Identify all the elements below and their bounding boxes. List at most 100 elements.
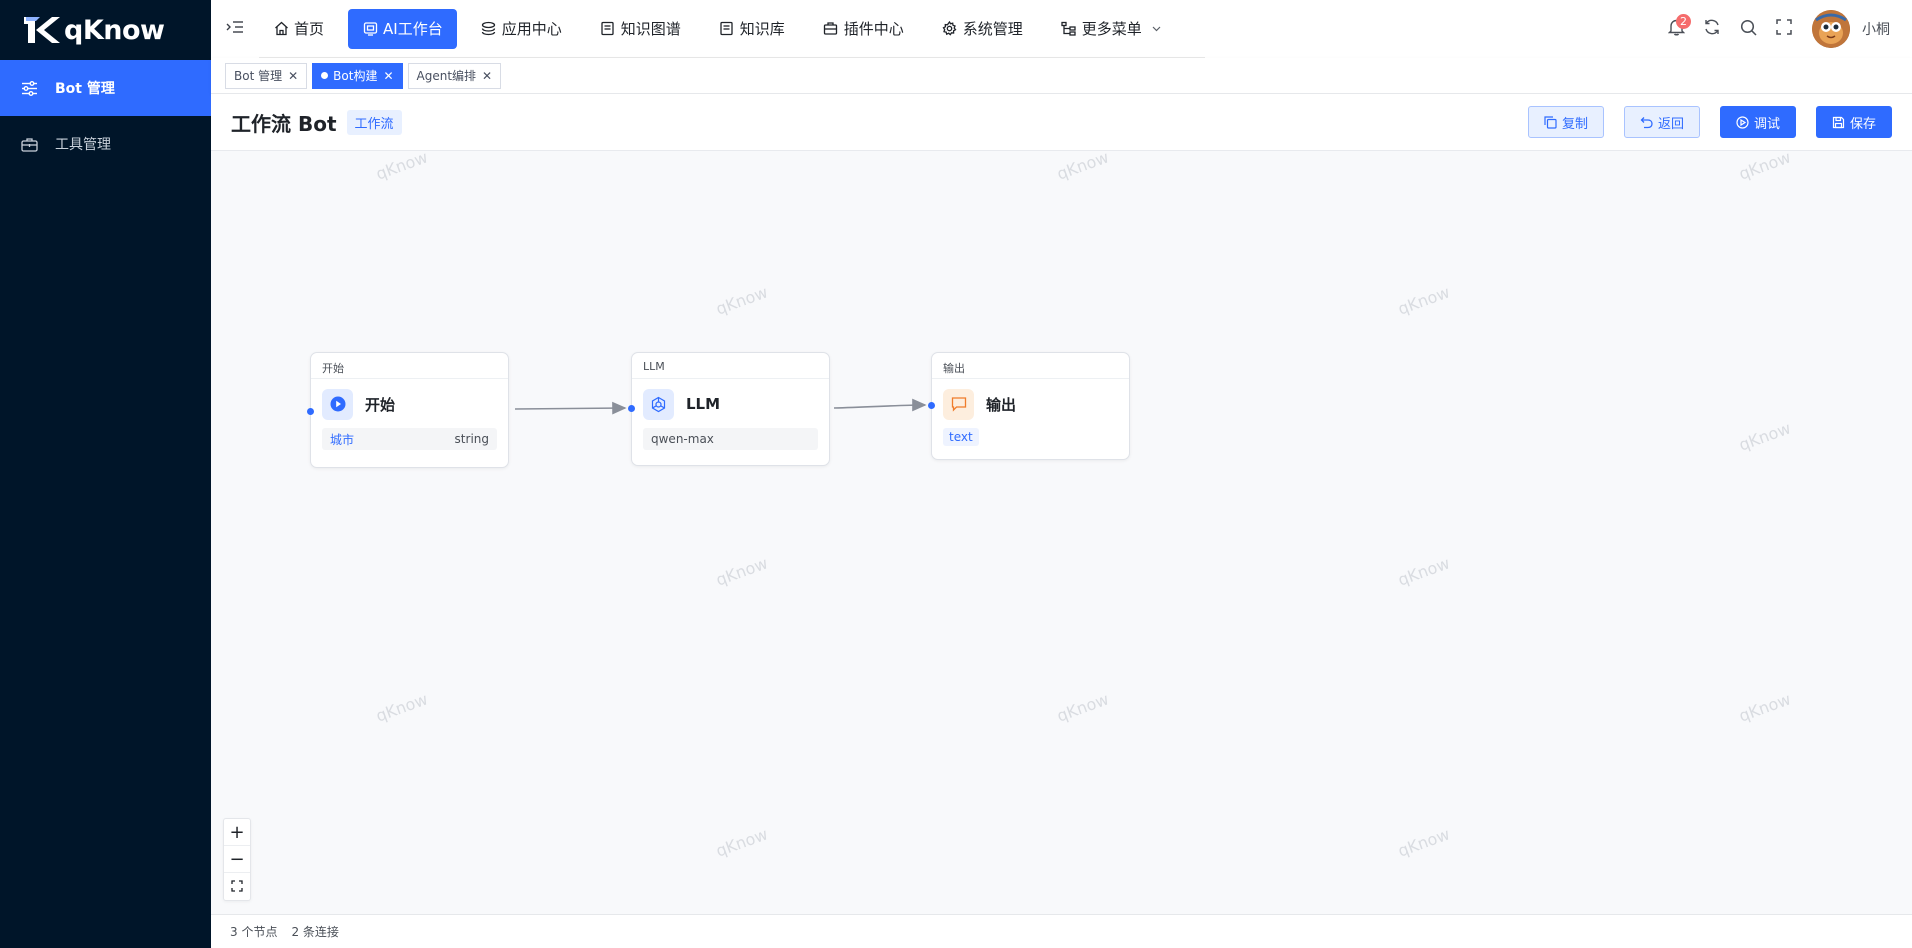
node-start[interactable]: 开始 开始 城市 string [307,352,509,468]
tag-agent-orchestration[interactable]: Agent编排 ✕ [407,62,502,89]
node-output[interactable]: 输出 输出 text [928,352,1130,460]
sidebar: qKnow Bot 管理 工具管理 [0,0,211,948]
sidebar-item-label: 工具管理 [55,137,111,153]
workflow-canvas[interactable]: qKnow qKnow qKnow qKnow qKnow qKnow qKno… [211,151,1912,914]
menu-item-more-menu[interactable]: 更多菜单 [1047,9,1175,49]
search-icon [1740,19,1757,40]
play-circle-icon [1736,115,1749,129]
layers-icon [481,21,497,37]
app-root: qKnow Bot 管理 工具管理 首页 AI工作台 应用中心 知识图谱 知识库… [0,0,1912,948]
fit-view-icon [231,876,243,897]
zoom-controls: + − [223,818,251,901]
tag-label: Bot构建 [333,69,378,83]
edge-start-to-llm [514,401,627,415]
main-menu: 首页 AI工作台 应用中心 知识图谱 知识库 插件中心 系统管理 更多菜单 [259,0,1205,58]
node-llm[interactable]: LLM LLM qwen-max [628,352,830,466]
close-icon[interactable]: ✕ [288,70,298,82]
book-icon [719,21,735,37]
sidebar-item-label: Bot 管理 [55,81,115,97]
node-port[interactable] [628,405,635,412]
book-icon [600,21,616,37]
top-right-tools: 2 小桐 [1658,0,1890,58]
back-button[interactable]: 返回 [1623,106,1700,138]
fullscreen-button[interactable] [1766,11,1802,47]
home-icon [273,21,289,37]
menu-item-knowledge-graph[interactable]: 知识图谱 [586,9,695,49]
output-variable: text [943,428,979,446]
model-name: qwen-max [651,432,714,446]
robot-icon [362,21,378,37]
node-name: 开始 [365,395,396,414]
fullscreen-icon [1776,19,1792,39]
node-header: 输出 [932,353,1129,379]
tag-label: Bot 管理 [234,69,283,83]
copy-icon [1544,115,1557,129]
copy-button-label: 复制 [1561,116,1588,132]
tree-icon [1061,21,1077,37]
logo-mark-icon [22,13,62,47]
logo[interactable]: qKnow [0,0,211,60]
refresh-button[interactable] [1694,11,1730,47]
fit-view-button[interactable] [224,873,250,900]
node-name: 输出 [986,395,1017,414]
sidebar-item-tool-management[interactable]: 工具管理 [0,116,211,172]
zoom-in-button[interactable]: + [224,819,250,846]
tag-bot-management[interactable]: Bot 管理 ✕ [225,62,308,89]
active-dot-icon [321,72,329,79]
message-icon [943,388,974,420]
back-button-label: 返回 [1657,116,1684,132]
menu-item-knowledge-base[interactable]: 知识库 [705,9,799,49]
edge-count: 2 条连接 [291,925,339,939]
menu-item-home[interactable]: 首页 [259,9,338,49]
node-port[interactable] [307,408,314,415]
notification-button[interactable]: 2 [1658,11,1694,47]
save-icon [1832,116,1845,129]
debug-button-label: 调试 [1753,116,1780,132]
gear-icon [942,21,958,37]
username[interactable]: 小桐 [1862,19,1890,39]
briefcase-icon [20,135,38,153]
top-navbar: 首页 AI工作台 应用中心 知识图谱 知识库 插件中心 系统管理 更多菜单 2 … [211,0,1912,58]
node-header: LLM [632,353,829,379]
avatar[interactable] [1812,10,1850,48]
close-icon[interactable]: ✕ [383,70,393,82]
minus-icon: − [229,848,245,870]
search-button[interactable] [1730,11,1766,47]
menu-item-system-management[interactable]: 系统管理 [928,9,1037,49]
menu-item-ai-workbench[interactable]: AI工作台 [348,8,457,49]
input-variable: 城市 string [322,428,497,450]
output-variable-row: text [943,426,1118,446]
logo-text: qKnow [64,14,165,46]
edge-llm-to-output [833,398,927,412]
node-name: LLM [686,395,721,413]
node-count: 3 个节点 [230,925,278,939]
plus-icon: + [229,821,245,843]
menu-item-label: 系统管理 [962,20,1023,38]
bot-type-tag: 工作流 [346,109,402,135]
status-bar: 3 个节点 2 条连接 [211,914,1912,948]
sidebar-toggle-button[interactable] [211,0,259,58]
node-header: 开始 [311,353,508,379]
page-header: 工作流 Bot 工作流 复制 返回 调试 保存 [211,94,1912,151]
menu-item-label: 插件中心 [843,20,904,38]
sidebar-item-bot-management[interactable]: Bot 管理 [0,60,211,116]
tag-label: Agent编排 [416,69,477,83]
save-button[interactable]: 保存 [1815,106,1892,138]
menu-item-label: 知识库 [739,20,785,38]
header-actions: 复制 返回 调试 保存 [1508,106,1892,138]
menu-item-plugin-center[interactable]: 插件中心 [809,9,918,49]
close-icon[interactable]: ✕ [482,70,492,82]
copy-button[interactable]: 复制 [1527,106,1604,138]
tags-view: Bot 管理 ✕ Bot构建 ✕ Agent编排 ✕ [211,58,1912,94]
tag-bot-build[interactable]: Bot构建 ✕ [312,62,403,89]
save-button-label: 保存 [1849,116,1876,132]
variable-name: 城市 [330,432,355,447]
zoom-out-button[interactable]: − [224,846,250,873]
chevron-down-icon [1152,26,1161,32]
debug-button[interactable]: 调试 [1719,106,1796,138]
menu-item-label: 知识图谱 [620,20,681,38]
menu-item-app-center[interactable]: 应用中心 [467,9,576,49]
node-port[interactable] [928,402,935,409]
notification-badge: 2 [1676,14,1691,29]
undo-icon [1640,116,1653,129]
